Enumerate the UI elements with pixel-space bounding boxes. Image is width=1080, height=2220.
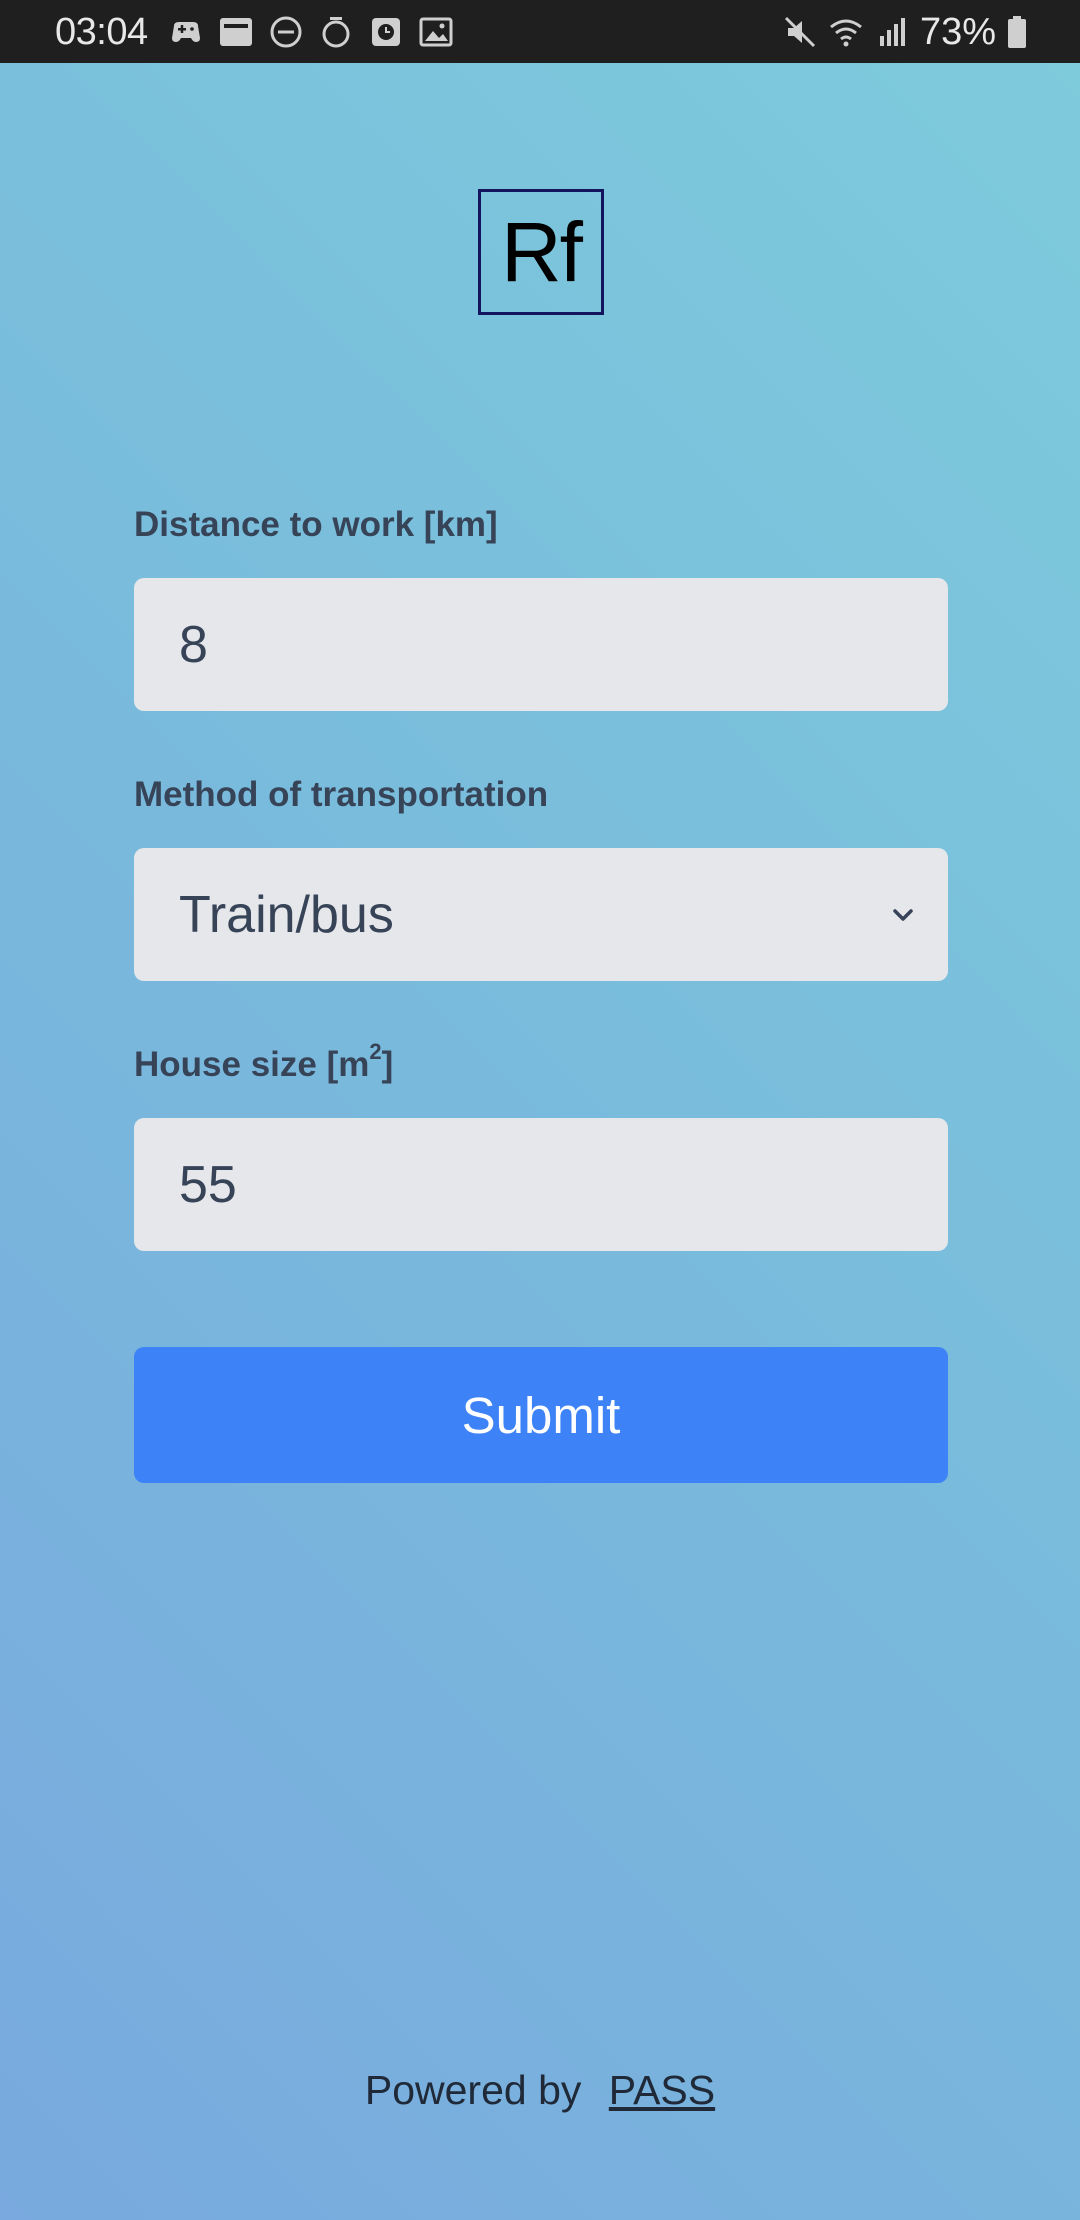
status-bar: 03:04 73% bbox=[0, 0, 1080, 63]
signal-icon bbox=[874, 14, 910, 50]
mute-icon bbox=[782, 14, 818, 50]
powered-by-text: Powered by bbox=[364, 2067, 582, 2113]
footer: Powered by PASS bbox=[0, 2067, 1080, 2114]
app-logo: Rf bbox=[478, 189, 604, 315]
system-icons: 73% bbox=[782, 10, 1028, 54]
distance-label: Distance to work [km] bbox=[134, 505, 498, 544]
house-size-input[interactable]: 55 bbox=[134, 1118, 948, 1251]
house-size-label: House size [m2] bbox=[134, 1039, 394, 1084]
transport-selected-value: Train/bus bbox=[179, 885, 394, 944]
battery-percentage: 73% bbox=[919, 11, 996, 53]
battery-icon bbox=[1006, 14, 1028, 50]
app-screen: Rf Distance to work [km] 8 Method of tra… bbox=[0, 63, 1080, 2220]
game-controller-icon bbox=[168, 14, 204, 50]
chevron-down-icon bbox=[893, 908, 913, 921]
timer-icon bbox=[318, 14, 354, 50]
distance-input[interactable]: 8 bbox=[134, 578, 948, 711]
distance-value: 8 bbox=[179, 615, 208, 674]
notification-icons bbox=[168, 14, 454, 50]
transport-select[interactable]: Train/bus bbox=[134, 848, 948, 981]
pass-link[interactable]: PASS bbox=[609, 2067, 715, 2113]
dnd-icon bbox=[268, 14, 304, 50]
news-icon bbox=[218, 14, 254, 50]
status-time: 03:04 bbox=[55, 11, 148, 53]
submit-button[interactable]: Submit bbox=[134, 1347, 948, 1483]
gallery-icon bbox=[418, 14, 454, 50]
transport-label: Method of transportation bbox=[134, 775, 549, 814]
wifi-icon bbox=[828, 14, 864, 50]
clock-app-icon bbox=[368, 14, 404, 50]
house-size-value: 55 bbox=[179, 1155, 237, 1214]
